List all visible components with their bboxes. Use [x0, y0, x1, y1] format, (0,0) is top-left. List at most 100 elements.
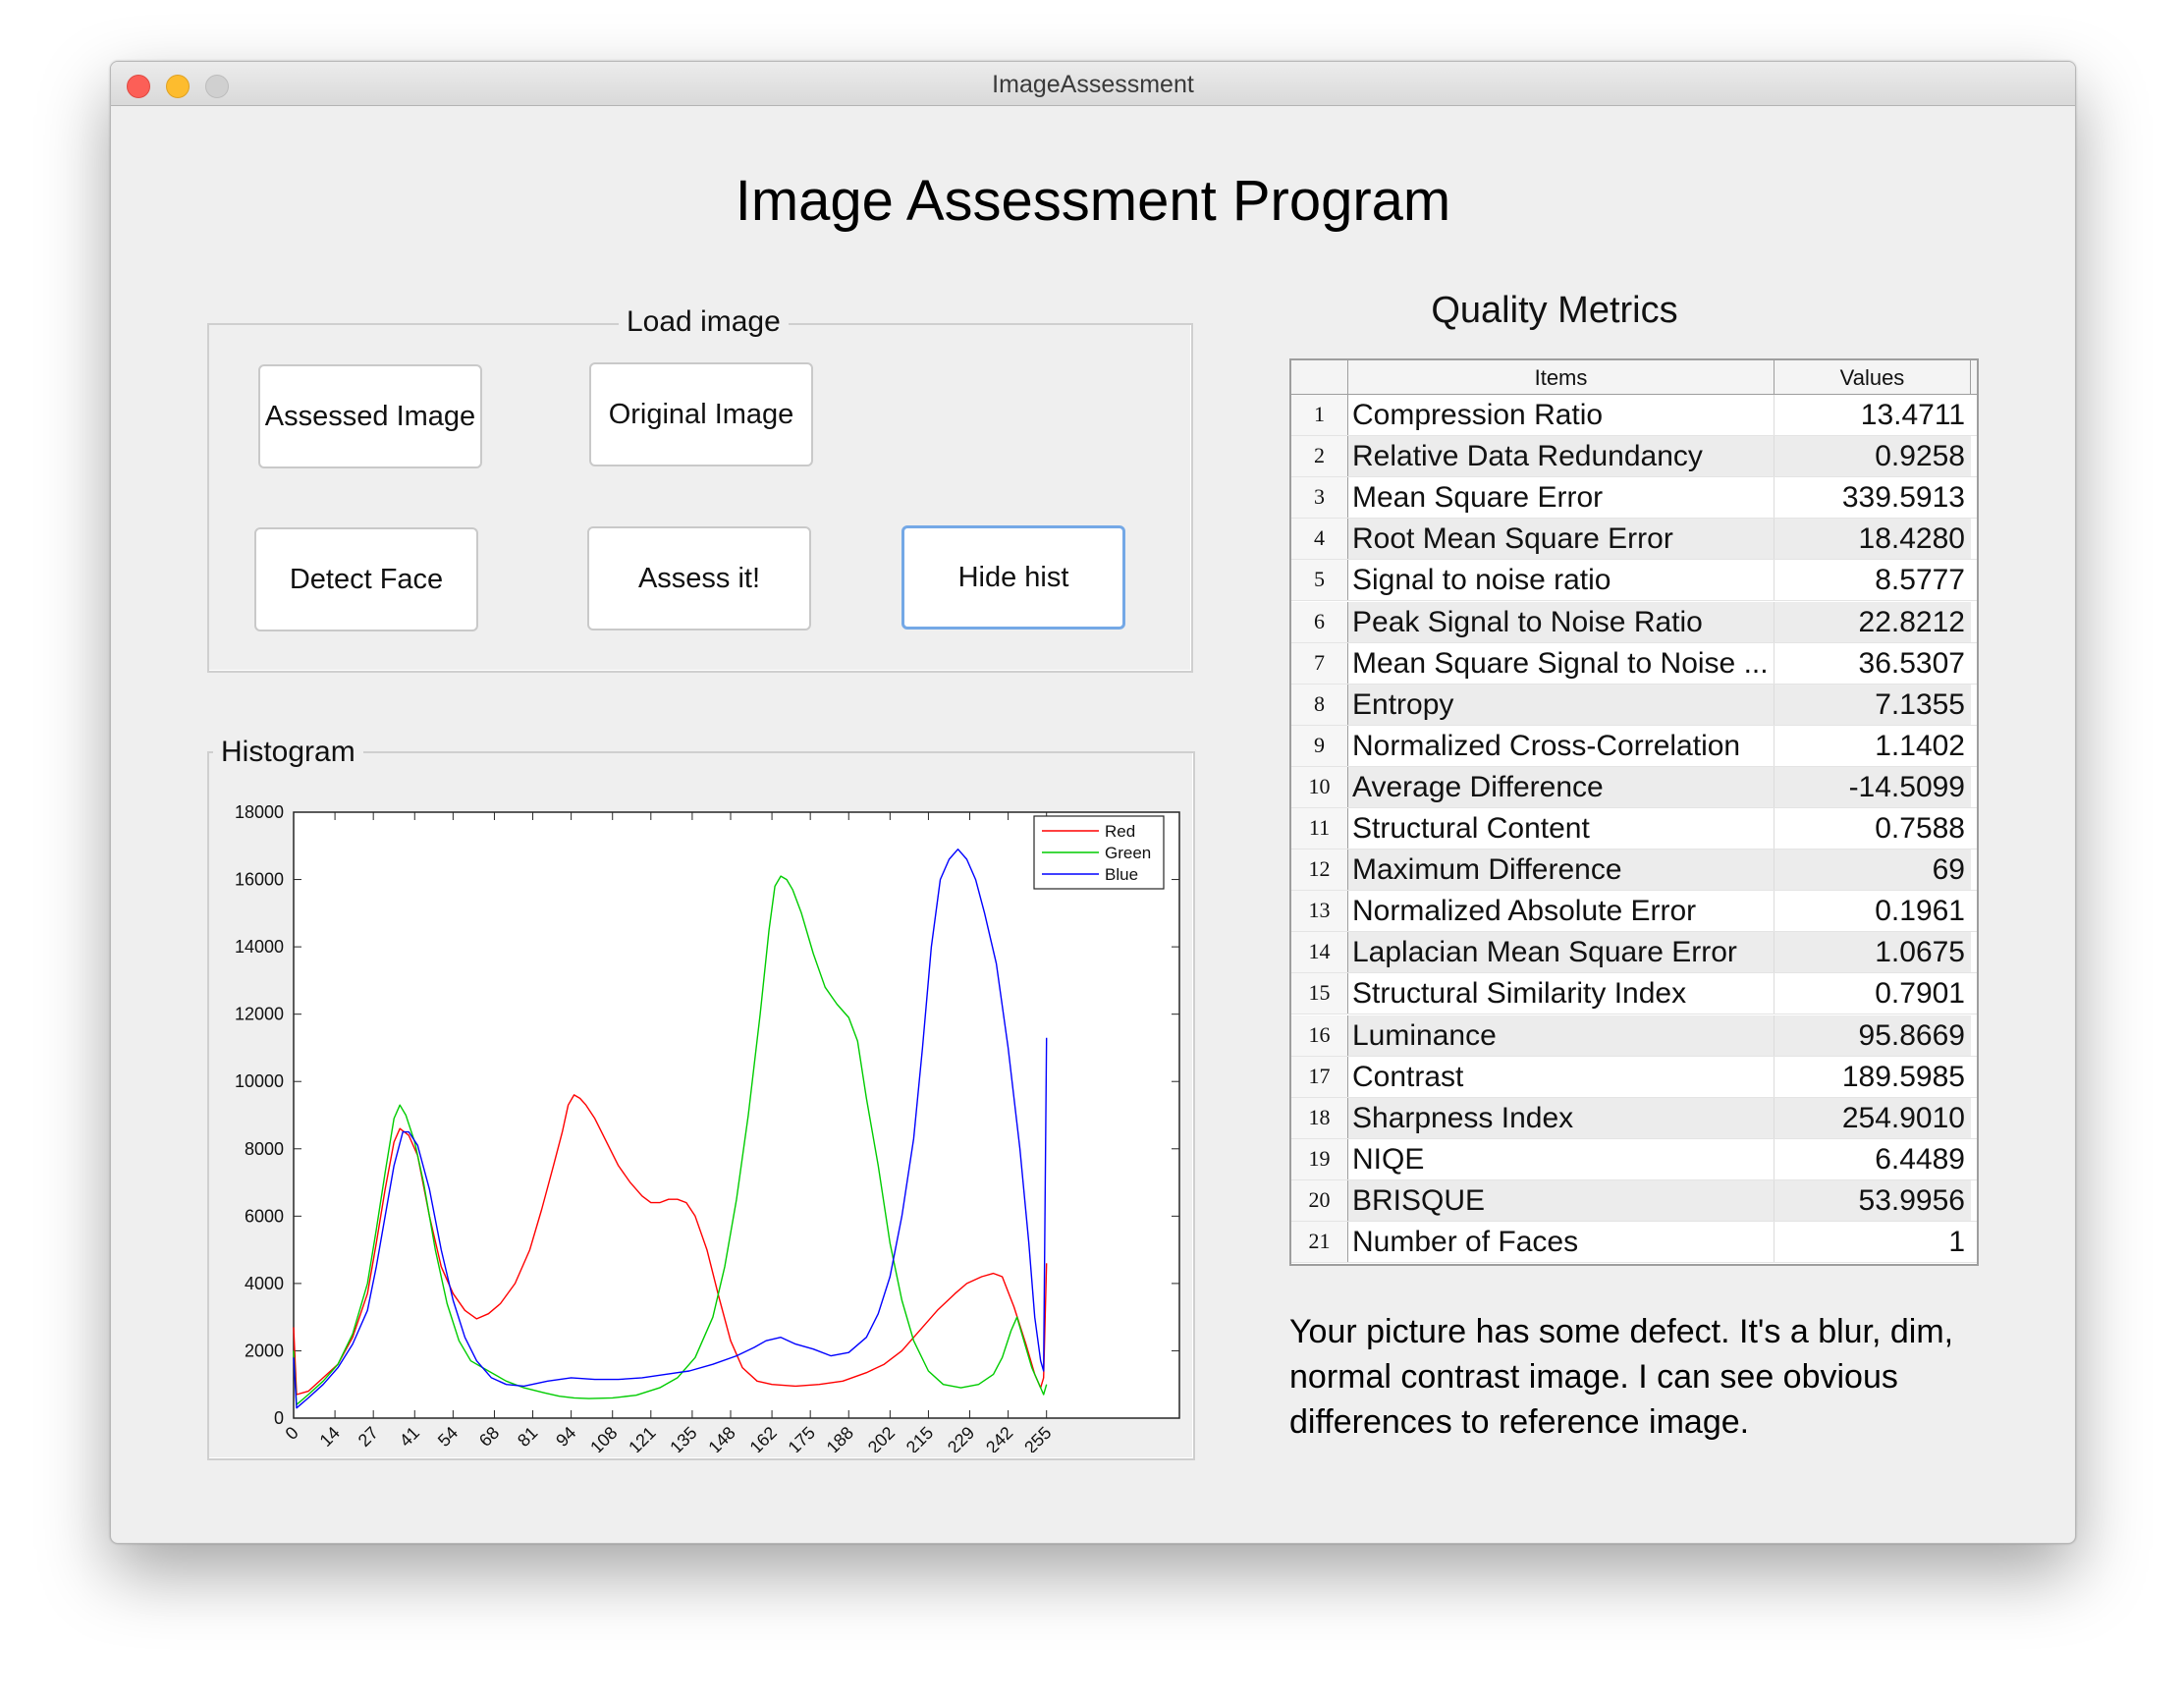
metric-value[interactable]: 8.5777: [1774, 560, 1971, 600]
metric-value[interactable]: 0.7588: [1774, 808, 1971, 849]
table-row[interactable]: 11 Structural Content 0.7588: [1291, 808, 1977, 850]
metric-value[interactable]: -14.5099: [1774, 766, 1971, 807]
metric-value[interactable]: 0.9258: [1774, 436, 1971, 477]
metric-name[interactable]: NIQE: [1348, 1138, 1774, 1179]
table-row[interactable]: 20 BRISQUE 53.9956: [1291, 1179, 1977, 1222]
metric-name[interactable]: Structural Content: [1348, 808, 1774, 849]
table-row[interactable]: 8 Entropy 7.1355: [1291, 684, 1977, 726]
table-row[interactable]: 10 Average Difference -14.5099: [1291, 766, 1977, 808]
table-row[interactable]: 21 Number of Faces 1: [1291, 1222, 1977, 1263]
row-number: 5: [1291, 560, 1348, 601]
detect-face-button[interactable]: Detect Face: [254, 527, 478, 631]
metric-name[interactable]: Mean Square Signal to Noise ...: [1348, 642, 1774, 684]
row-number: 12: [1291, 850, 1348, 891]
metric-value[interactable]: 6.4489: [1774, 1139, 1971, 1179]
metric-name[interactable]: Luminance: [1348, 1014, 1774, 1056]
y-tick-label: 12000: [235, 1005, 284, 1024]
x-tick-label: 0: [282, 1423, 302, 1444]
table-row[interactable]: 7 Mean Square Signal to Noise ... 36.5307: [1291, 642, 1977, 685]
metric-value[interactable]: 53.9956: [1774, 1179, 1971, 1221]
assessed-image-button[interactable]: Assessed Image: [258, 364, 482, 468]
x-tick-label: 148: [704, 1423, 738, 1452]
metric-name[interactable]: Structural Similarity Index: [1348, 973, 1774, 1014]
metric-value[interactable]: 0.1961: [1774, 891, 1971, 931]
table-row[interactable]: 12 Maximum Difference 69: [1291, 850, 1977, 892]
metric-value[interactable]: 1: [1774, 1222, 1971, 1262]
metric-name[interactable]: Signal to noise ratio: [1348, 560, 1774, 601]
legend: Red Green Blue: [1033, 815, 1165, 890]
row-number: 15: [1291, 973, 1348, 1014]
y-tick-label: 4000: [245, 1274, 284, 1293]
metric-value[interactable]: 7.1355: [1774, 684, 1971, 725]
legend-label-red: Red: [1105, 822, 1135, 841]
metric-name[interactable]: Peak Signal to Noise Ratio: [1348, 601, 1774, 642]
y-tick-label: 10000: [235, 1071, 284, 1091]
legend-label-green: Green: [1105, 844, 1151, 862]
table-row[interactable]: 17 Contrast 189.5985: [1291, 1056, 1977, 1098]
table-row[interactable]: 18 Sharpness Index 254.9010: [1291, 1097, 1977, 1139]
table-row[interactable]: 16 Luminance 95.8669: [1291, 1014, 1977, 1057]
row-number: 8: [1291, 684, 1348, 725]
hide-hist-button[interactable]: Hide hist: [901, 525, 1125, 630]
x-tick-label: 242: [982, 1423, 1016, 1452]
table-row[interactable]: 14 Laplacian Mean Square Error 1.0675: [1291, 932, 1977, 974]
metric-value[interactable]: 36.5307: [1774, 643, 1971, 684]
metric-name[interactable]: Laplacian Mean Square Error: [1348, 932, 1774, 973]
metric-name[interactable]: Entropy: [1348, 684, 1774, 725]
table-row[interactable]: 2 Relative Data Redundancy 0.9258: [1291, 436, 1977, 478]
metric-name[interactable]: Sharpness Index: [1348, 1097, 1774, 1138]
metric-value[interactable]: 95.8669: [1774, 1014, 1971, 1056]
metric-value[interactable]: 339.5913: [1774, 477, 1971, 518]
histogram-chart: 0 2000 4000 6000 8000 10000 12000 14000 16000 180…: [235, 802, 1180, 1452]
metric-name[interactable]: Mean Square Error: [1348, 477, 1774, 519]
metric-name[interactable]: Root Mean Square Error: [1348, 519, 1774, 560]
table-row[interactable]: 5 Signal to noise ratio 8.5777: [1291, 560, 1977, 602]
row-number: 21: [1291, 1222, 1348, 1262]
row-number: 10: [1291, 766, 1348, 807]
y-tick-label: 14000: [235, 937, 284, 957]
quality-metrics-title: Quality Metrics: [1431, 290, 1678, 331]
metric-name[interactable]: BRISQUE: [1348, 1179, 1774, 1221]
table-row[interactable]: 1 Compression Ratio 13.4711: [1291, 395, 1977, 436]
row-number: 7: [1291, 642, 1348, 684]
y-tick-label: 6000: [245, 1206, 284, 1226]
row-number: 6: [1291, 601, 1348, 642]
row-number: 20: [1291, 1179, 1348, 1221]
table-row[interactable]: 15 Structural Similarity Index 0.7901: [1291, 973, 1977, 1015]
metric-value[interactable]: 254.9010: [1774, 1097, 1971, 1138]
metric-name[interactable]: Maximum Difference: [1348, 850, 1774, 891]
header-items[interactable]: Items: [1348, 360, 1774, 394]
x-tick-label: 121: [625, 1423, 659, 1452]
metric-value[interactable]: 18.4280: [1774, 519, 1971, 560]
metric-name[interactable]: Relative Data Redundancy: [1348, 436, 1774, 477]
metric-value[interactable]: 189.5985: [1774, 1057, 1971, 1097]
metric-value[interactable]: 1.0675: [1774, 932, 1971, 973]
table-row[interactable]: 6 Peak Signal to Noise Ratio 22.8212: [1291, 601, 1977, 643]
table-row[interactable]: 3 Mean Square Error 339.5913: [1291, 477, 1977, 520]
metric-name[interactable]: Compression Ratio: [1348, 395, 1774, 435]
metric-value[interactable]: 13.4711: [1774, 395, 1971, 435]
metric-name[interactable]: Normalized Cross-Correlation: [1348, 725, 1774, 766]
metric-name[interactable]: Average Difference: [1348, 766, 1774, 807]
x-tick-label: 108: [586, 1423, 621, 1452]
table-row[interactable]: 13 Normalized Absolute Error 0.1961: [1291, 891, 1977, 933]
x-tick-label: 255: [1020, 1423, 1055, 1452]
assess-button[interactable]: Assess it!: [587, 526, 811, 630]
metric-value[interactable]: 69: [1774, 850, 1971, 891]
metric-name[interactable]: Normalized Absolute Error: [1348, 891, 1774, 932]
metric-value[interactable]: 1.1402: [1774, 726, 1971, 766]
app-window: ImageAssessment Image Assessment Program…: [110, 61, 2076, 1544]
y-tick-label: 8000: [245, 1139, 284, 1159]
metric-value[interactable]: 22.8212: [1774, 601, 1971, 642]
original-image-button[interactable]: Original Image: [589, 362, 813, 466]
metric-name[interactable]: Number of Faces: [1348, 1222, 1774, 1262]
header-values[interactable]: Values: [1774, 360, 1971, 394]
table-row[interactable]: 4 Root Mean Square Error 18.4280: [1291, 519, 1977, 561]
metric-value[interactable]: 0.7901: [1774, 973, 1971, 1014]
row-number: 4: [1291, 519, 1348, 560]
table-row[interactable]: 9 Normalized Cross-Correlation 1.1402: [1291, 725, 1977, 767]
x-tick-label: 175: [785, 1423, 819, 1452]
metric-name[interactable]: Contrast: [1348, 1056, 1774, 1097]
table-row[interactable]: 19 NIQE 6.4489: [1291, 1138, 1977, 1180]
row-number: 1: [1291, 395, 1348, 435]
